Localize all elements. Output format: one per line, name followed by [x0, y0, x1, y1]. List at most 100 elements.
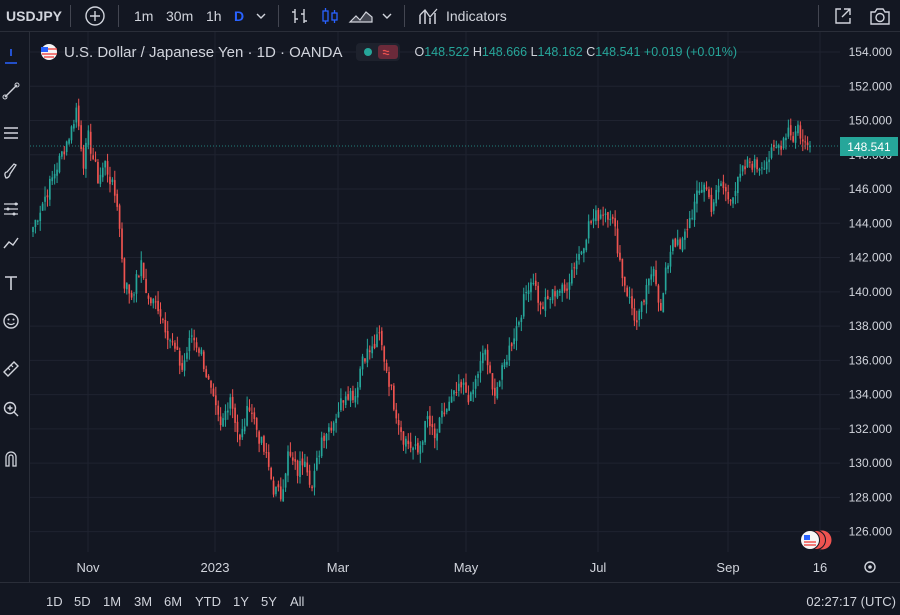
market-status-pill[interactable] [356, 43, 401, 61]
range-ytd-button[interactable]: YTD [195, 594, 221, 609]
snapshot-button[interactable] [868, 0, 892, 31]
chart-area[interactable]: 154.000152.000150.000148.000146.000144.0… [30, 32, 900, 582]
interval-dropdown-button[interactable] [254, 0, 268, 31]
candle-body [94, 159, 97, 162]
candle-body [746, 159, 749, 168]
symbol-title[interactable]: U.S. Dollar / Japanese Yen · 1D · OANDA [64, 44, 342, 61]
candle-body [383, 346, 386, 362]
candle-body [116, 193, 119, 207]
plus-circle-icon [85, 5, 105, 26]
candle-body [51, 177, 54, 182]
candle-body [484, 350, 487, 355]
candle-body [169, 340, 171, 342]
candle-body [263, 436, 265, 452]
candle-body [782, 138, 785, 149]
candle-body [763, 168, 766, 170]
interval-d-button[interactable]: D [234, 0, 244, 31]
candle-body [210, 380, 212, 388]
price-tick-label: 128.000 [849, 490, 893, 504]
candle-body [229, 397, 232, 409]
candle-body [299, 460, 301, 478]
interval-1h-button[interactable]: 1h [206, 0, 222, 31]
bars-chart-type-button[interactable] [290, 0, 310, 31]
chart-type-dropdown-button[interactable] [380, 0, 394, 31]
candle-body [732, 197, 734, 204]
candles-chart-type-button[interactable] [320, 0, 340, 31]
symbol-search[interactable]: USDJPY [6, 0, 62, 31]
range-6m-button[interactable]: 6M [164, 594, 182, 609]
utc-clock[interactable]: 02:27:17 (UTC) [806, 594, 896, 609]
indicators-button[interactable]: Indicators [418, 0, 507, 31]
candle-body [125, 283, 128, 290]
candle-body [508, 345, 511, 361]
candle-body [792, 136, 795, 142]
interval-30m-button[interactable]: 30m [166, 0, 193, 31]
candle-body [479, 361, 482, 373]
candle-body [623, 276, 626, 286]
pattern-tool[interactable] [0, 196, 22, 222]
range-all-button[interactable]: All [290, 594, 304, 609]
range-1m-button[interactable]: 1M [103, 594, 121, 609]
candle-body [717, 185, 720, 193]
candle-body [585, 239, 588, 251]
candle-body [128, 284, 131, 294]
open-value: 148.522 [424, 45, 470, 59]
price-chart[interactable]: 154.000152.000150.000148.000146.000144.0… [30, 32, 900, 582]
candle-body [604, 213, 607, 215]
prediction-tool[interactable] [0, 230, 22, 256]
candle-body [239, 434, 241, 440]
candle-body [284, 473, 287, 488]
measure-tool[interactable] [0, 356, 22, 382]
candle-body [501, 365, 503, 380]
candle-body [70, 126, 73, 141]
bars-icon [292, 8, 307, 23]
candle-body [97, 161, 99, 184]
candle-body [388, 371, 390, 387]
range-3m-button[interactable]: 3M [134, 594, 152, 609]
candle-body [794, 131, 797, 143]
magnet-tool[interactable] [0, 446, 22, 472]
text-tool[interactable] [0, 270, 22, 296]
price-tick-label: 150.000 [849, 114, 893, 128]
candle-body [715, 190, 718, 204]
candle-body [477, 374, 479, 378]
price-tick-label: 152.000 [849, 79, 893, 93]
fullscreen-button[interactable] [832, 0, 854, 31]
range-5y-button[interactable]: 5Y [261, 594, 277, 609]
candle-body [282, 489, 285, 502]
trend-line-icon [2, 82, 20, 100]
candle-body [573, 267, 576, 269]
candle-body [804, 141, 807, 143]
candle-body [186, 352, 188, 359]
candle-body [621, 258, 624, 279]
price-tick-label: 146.000 [849, 182, 893, 196]
compare-symbol-button[interactable] [84, 0, 106, 31]
time-axis: Nov 2023 Mar May Jul Sep 16 [76, 560, 827, 575]
candle-body [457, 383, 460, 392]
candle-body [267, 452, 270, 467]
candle-body [354, 396, 357, 403]
candle-body [729, 200, 732, 202]
fib-tool[interactable] [0, 120, 22, 146]
time-tick-label: May [454, 560, 479, 575]
price-tick-label: 154.000 [849, 45, 893, 59]
brush-tool[interactable] [0, 158, 22, 184]
candle-body [739, 173, 742, 178]
icon-tool[interactable] [0, 308, 22, 334]
area-chart-type-button[interactable] [348, 0, 374, 31]
trend-line-tool[interactable] [0, 78, 22, 104]
candle-body [316, 457, 318, 470]
range-5d-button[interactable]: 5D [74, 594, 91, 609]
crosshair-tool[interactable] [0, 44, 22, 70]
range-1d-button[interactable]: 1D [46, 594, 63, 609]
interval-1m-button[interactable]: 1m [134, 0, 153, 31]
candle-body [768, 159, 770, 163]
candle-body [460, 381, 463, 388]
indicators-icon [419, 8, 438, 24]
range-1y-button[interactable]: 1Y [233, 594, 249, 609]
top-toolbar: USDJPY 1m 30m 1h D Indicators [0, 0, 900, 32]
zoom-tool[interactable] [0, 396, 22, 422]
open-label: O [414, 45, 425, 59]
brush-icon [4, 163, 17, 179]
candle-body [720, 183, 722, 187]
